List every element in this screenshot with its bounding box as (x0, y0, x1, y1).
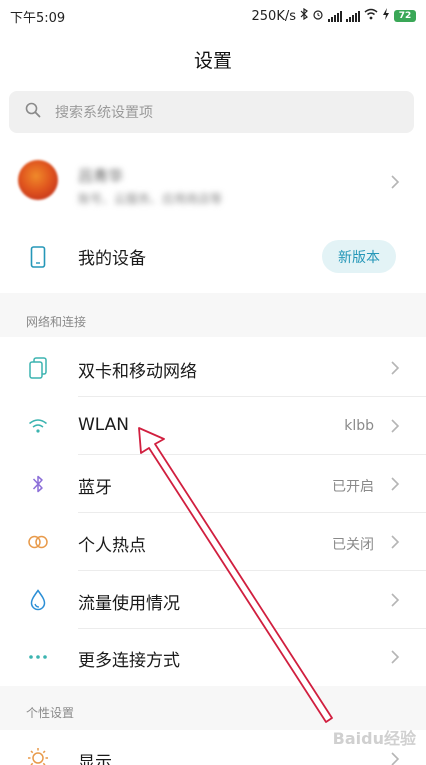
chevron-right-icon (391, 752, 400, 765)
chevron-right-icon (391, 593, 400, 607)
hotspot-label: 个人热点 (78, 536, 146, 556)
more-connections-label: 更多连接方式 (78, 651, 180, 671)
wlan-row[interactable]: WLAN klbb (0, 397, 426, 455)
my-device-label: 我的设备 (78, 249, 146, 269)
chevron-right-icon (391, 175, 400, 189)
hotspot-icon (26, 530, 50, 554)
avatar (18, 160, 58, 200)
status-icons: 250K/s 72 (251, 7, 416, 24)
hotspot-value: 已关闭 (332, 537, 374, 553)
alarm-icon (312, 8, 324, 24)
chevron-right-icon (391, 650, 400, 664)
charging-icon (382, 8, 390, 24)
sim-cards-icon (26, 356, 50, 380)
display-label: 显示 (78, 753, 112, 765)
more-dots-icon (26, 645, 50, 669)
search-input[interactable]: 搜索系统设置项 (9, 91, 414, 133)
data-usage-label: 流量使用情况 (78, 594, 180, 614)
chevron-right-icon (391, 361, 400, 375)
status-time: 下午5:09 (10, 10, 66, 26)
section-network-title: 网络和连接 (26, 315, 87, 329)
watermark: Baidu经验 (332, 729, 416, 748)
status-bar: 下午5:09 250K/s 72 (0, 0, 426, 32)
wlan-label: WLAN (78, 415, 130, 435)
sun-icon (26, 746, 50, 765)
search-icon (25, 102, 41, 122)
bluetooth-row[interactable]: 蓝牙 已开启 (0, 455, 426, 513)
dual-sim-label: 双卡和移动网络 (78, 362, 197, 382)
battery-icon: 72 (394, 10, 416, 22)
bluetooth-icon (26, 472, 50, 496)
wifi-icon (26, 414, 50, 438)
account-subtitle: 账号、云服务、应用商店等 (78, 192, 223, 206)
new-version-badge[interactable]: 新版本 (322, 240, 396, 273)
water-drop-icon (26, 588, 50, 612)
signal-icon (328, 10, 342, 22)
more-connections-row[interactable]: 更多连接方式 (0, 629, 426, 685)
phone-icon (26, 245, 50, 269)
bluetooth-label: 蓝牙 (78, 478, 112, 498)
data-usage-row[interactable]: 流量使用情况 (0, 571, 426, 629)
signal-icon-2 (346, 10, 360, 22)
page-title: 设置 (193, 50, 232, 72)
chevron-right-icon (391, 419, 400, 433)
bluetooth-status-icon (300, 7, 308, 24)
hotspot-row[interactable]: 个人热点 已关闭 (0, 513, 426, 571)
search-placeholder: 搜索系统设置项 (55, 105, 153, 121)
network-speed: 250K/s (251, 8, 297, 24)
dual-sim-row[interactable]: 双卡和移动网络 (0, 339, 426, 397)
chevron-right-icon (391, 535, 400, 549)
wifi-status-icon (364, 8, 378, 24)
section-personal-title: 个性设置 (26, 706, 75, 720)
chevron-right-icon (391, 477, 400, 491)
account-name: 吕青华 (78, 167, 124, 185)
wlan-value: klbb (344, 418, 374, 434)
bluetooth-value: 已开启 (332, 479, 374, 495)
